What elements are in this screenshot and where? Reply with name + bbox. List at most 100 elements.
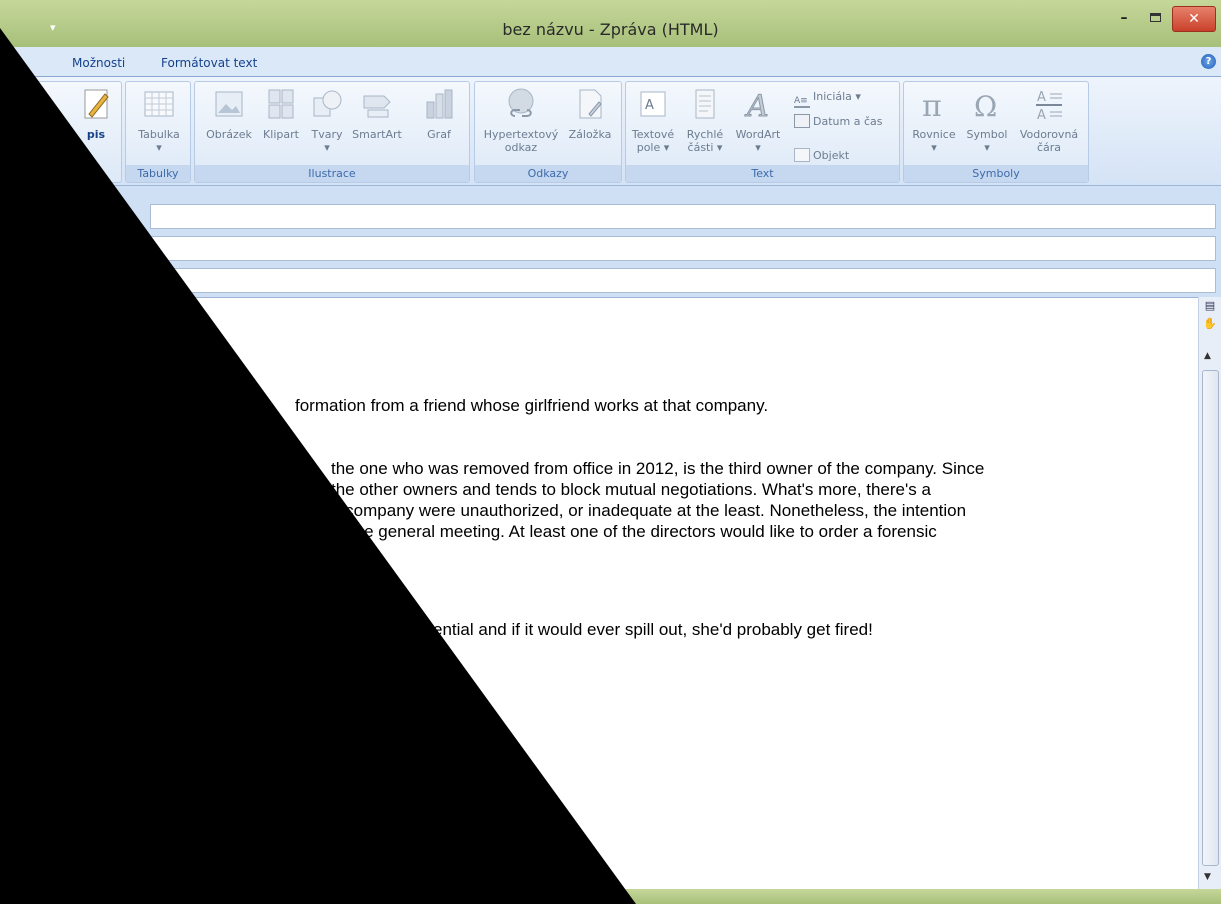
ribbon-tab-bar: Možnosti Formátovat text xyxy=(0,47,1221,77)
title-bar: ▾ bez názvu - Zpráva (HTML) – ✕ xyxy=(0,0,1221,47)
hyperlink-button[interactable]: Hypertextový odkaz xyxy=(479,86,563,154)
signature-button[interactable]: pis xyxy=(71,86,121,141)
table-button[interactable]: Tabulka ▾ xyxy=(132,86,186,154)
dropcap-label: Iniciála ▾ xyxy=(813,90,861,103)
clipart-label: Klipart xyxy=(263,128,299,141)
ribbon-group-tabulky: Tabulka ▾ Tabulky xyxy=(125,81,191,183)
picture-label: Obrázek xyxy=(206,128,252,141)
help-icon[interactable]: ? xyxy=(1201,54,1216,69)
quick-parts-icon xyxy=(695,89,715,119)
chart-icon xyxy=(426,89,453,119)
svg-text:Ω: Ω xyxy=(974,90,997,122)
svg-text:π: π xyxy=(922,89,942,122)
vertical-scrollbar[interactable]: ▤ ✋ ▲ ▼ xyxy=(1198,297,1221,889)
close-button[interactable]: ✕ xyxy=(1172,6,1216,32)
chart-label: Graf xyxy=(427,128,451,141)
subject-field[interactable] xyxy=(150,268,1216,293)
quick-parts-button[interactable]: Rychlé části ▾ xyxy=(680,86,730,154)
body-line-6: ential and if it would ever spill out, s… xyxy=(433,620,873,639)
message-body[interactable]: formation from a friend whose girlfriend… xyxy=(0,297,1198,889)
minimize-button[interactable]: – xyxy=(1112,6,1136,32)
group-label-symboly: Symboly xyxy=(904,165,1088,182)
tab-moznosti[interactable]: Možnosti xyxy=(72,56,125,70)
horizontal-line-button[interactable]: A A Vodorovná čára xyxy=(1012,86,1086,154)
horizontal-line-label-line2: čára xyxy=(1036,141,1062,154)
object-icon xyxy=(794,148,810,162)
scrollbar-thumb[interactable] xyxy=(1202,370,1219,866)
body-line-2: the one who was removed from office in 2… xyxy=(331,459,985,478)
body-line-5: at the general meeting. At least one of … xyxy=(331,522,937,541)
textbox-button[interactable]: A Textové pole ▾ xyxy=(628,86,678,154)
equation-button[interactable]: π Rovnice ▾ xyxy=(906,86,962,154)
group-label-odkazy: Odkazy xyxy=(475,165,621,182)
ruler-toggle-icon[interactable]: ▤ xyxy=(1203,299,1217,313)
svg-text:A: A xyxy=(1037,90,1046,105)
picture-icon xyxy=(215,91,243,117)
textbox-label-line2: pole ▾ xyxy=(636,141,670,154)
group-label-text: Text xyxy=(626,165,899,182)
globe-link-icon xyxy=(508,88,534,117)
bookmark-button[interactable]: Záložka xyxy=(565,86,615,141)
smartart-label: SmartArt xyxy=(352,128,402,141)
smartart-icon xyxy=(363,95,391,118)
quick-parts-label-line2: části ▾ xyxy=(687,141,723,154)
object-button[interactable]: Objekt xyxy=(794,148,849,163)
wordart-dropdown-icon: ▾ xyxy=(755,141,761,154)
scroll-down-icon[interactable]: ▼ xyxy=(1204,872,1211,882)
shapes-dropdown-icon: ▾ xyxy=(324,141,330,154)
equation-dropdown-icon: ▾ xyxy=(931,141,937,154)
tab-formatovat-text[interactable]: Formátovat text xyxy=(161,56,257,70)
hyperlink-label: Hypertextový xyxy=(483,128,559,141)
horizontal-line-icon: A A xyxy=(1036,90,1062,122)
pencil-icon xyxy=(84,89,109,119)
dropcap-button[interactable]: A≡ Iniciála ▾ xyxy=(794,90,861,108)
horizontal-line-label: Vodorovná xyxy=(1019,128,1079,141)
cc-field[interactable] xyxy=(150,236,1216,261)
dropcap-icon: A≡ xyxy=(794,94,810,108)
textbox-icon: A xyxy=(640,91,666,117)
scroll-up-icon[interactable]: ▲ xyxy=(1204,351,1211,361)
hyperlink-label-line2: odkaz xyxy=(504,141,538,154)
picture-button[interactable]: Obrázek xyxy=(201,86,257,141)
quick-parts-label: Rychlé xyxy=(686,128,724,141)
body-line-3: the other owners and tends to block mutu… xyxy=(331,480,931,499)
signature-label: pis xyxy=(86,128,106,141)
ribbon-group-text: A Textové pole ▾ Rychlé části ▾ A WordAr… xyxy=(625,81,900,183)
ribbon-group-ilustrace: Obrázek Klipart Tvary ▾ SmartArt Graf Il… xyxy=(194,81,470,183)
svg-text:A: A xyxy=(645,98,654,113)
table-icon xyxy=(144,91,174,117)
bookmark-icon xyxy=(579,89,602,119)
wordart-button[interactable]: A WordArt ▾ xyxy=(730,86,786,155)
ribbon-group-partial: pis xyxy=(30,81,122,183)
textbox-label: Textové xyxy=(631,128,675,141)
table-label: Tabulka xyxy=(138,128,180,141)
symbol-label: Symbol xyxy=(966,128,1008,141)
maximize-button[interactable] xyxy=(1143,6,1167,32)
clipart-icon xyxy=(268,89,294,119)
hand-icon[interactable]: ✋ xyxy=(1203,317,1217,331)
svg-text:A: A xyxy=(744,89,769,122)
ribbon-group-symboly: π Rovnice ▾ Ω Symbol ▾ A A Vodorovná čár… xyxy=(903,81,1089,183)
ribbon: pis Tabulka ▾ Tabulky Obrázek Klipart Tv… xyxy=(0,77,1221,186)
clipart-button[interactable]: Klipart xyxy=(257,86,305,141)
wordart-icon: A xyxy=(744,89,770,123)
ribbon-group-odkazy: Hypertextový odkaz Záložka Odkazy xyxy=(474,81,622,183)
date-time-label: Datum a čas xyxy=(813,115,883,128)
chart-button[interactable]: Graf xyxy=(417,86,461,141)
date-time-button[interactable]: Datum a čas xyxy=(794,114,882,129)
shapes-button[interactable]: Tvary ▾ xyxy=(307,86,347,154)
svg-text:A: A xyxy=(1037,108,1046,122)
table-dropdown-icon: ▾ xyxy=(156,141,162,154)
body-line-4: e company were unauthorized, or inadequa… xyxy=(331,501,967,520)
symbol-button[interactable]: Ω Symbol ▾ xyxy=(962,86,1012,154)
equation-label: Rovnice xyxy=(912,128,956,141)
symbol-dropdown-icon: ▾ xyxy=(984,141,990,154)
calendar-icon xyxy=(794,114,810,128)
window-title: bez názvu - Zpráva (HTML) xyxy=(502,20,719,39)
body-line-1: formation from a friend whose girlfriend… xyxy=(295,396,769,415)
bookmark-label: Záložka xyxy=(568,128,612,141)
pi-icon: π xyxy=(922,89,942,122)
to-field[interactable] xyxy=(150,204,1216,229)
status-bar xyxy=(0,889,1221,904)
smartart-button[interactable]: SmartArt xyxy=(347,86,407,141)
